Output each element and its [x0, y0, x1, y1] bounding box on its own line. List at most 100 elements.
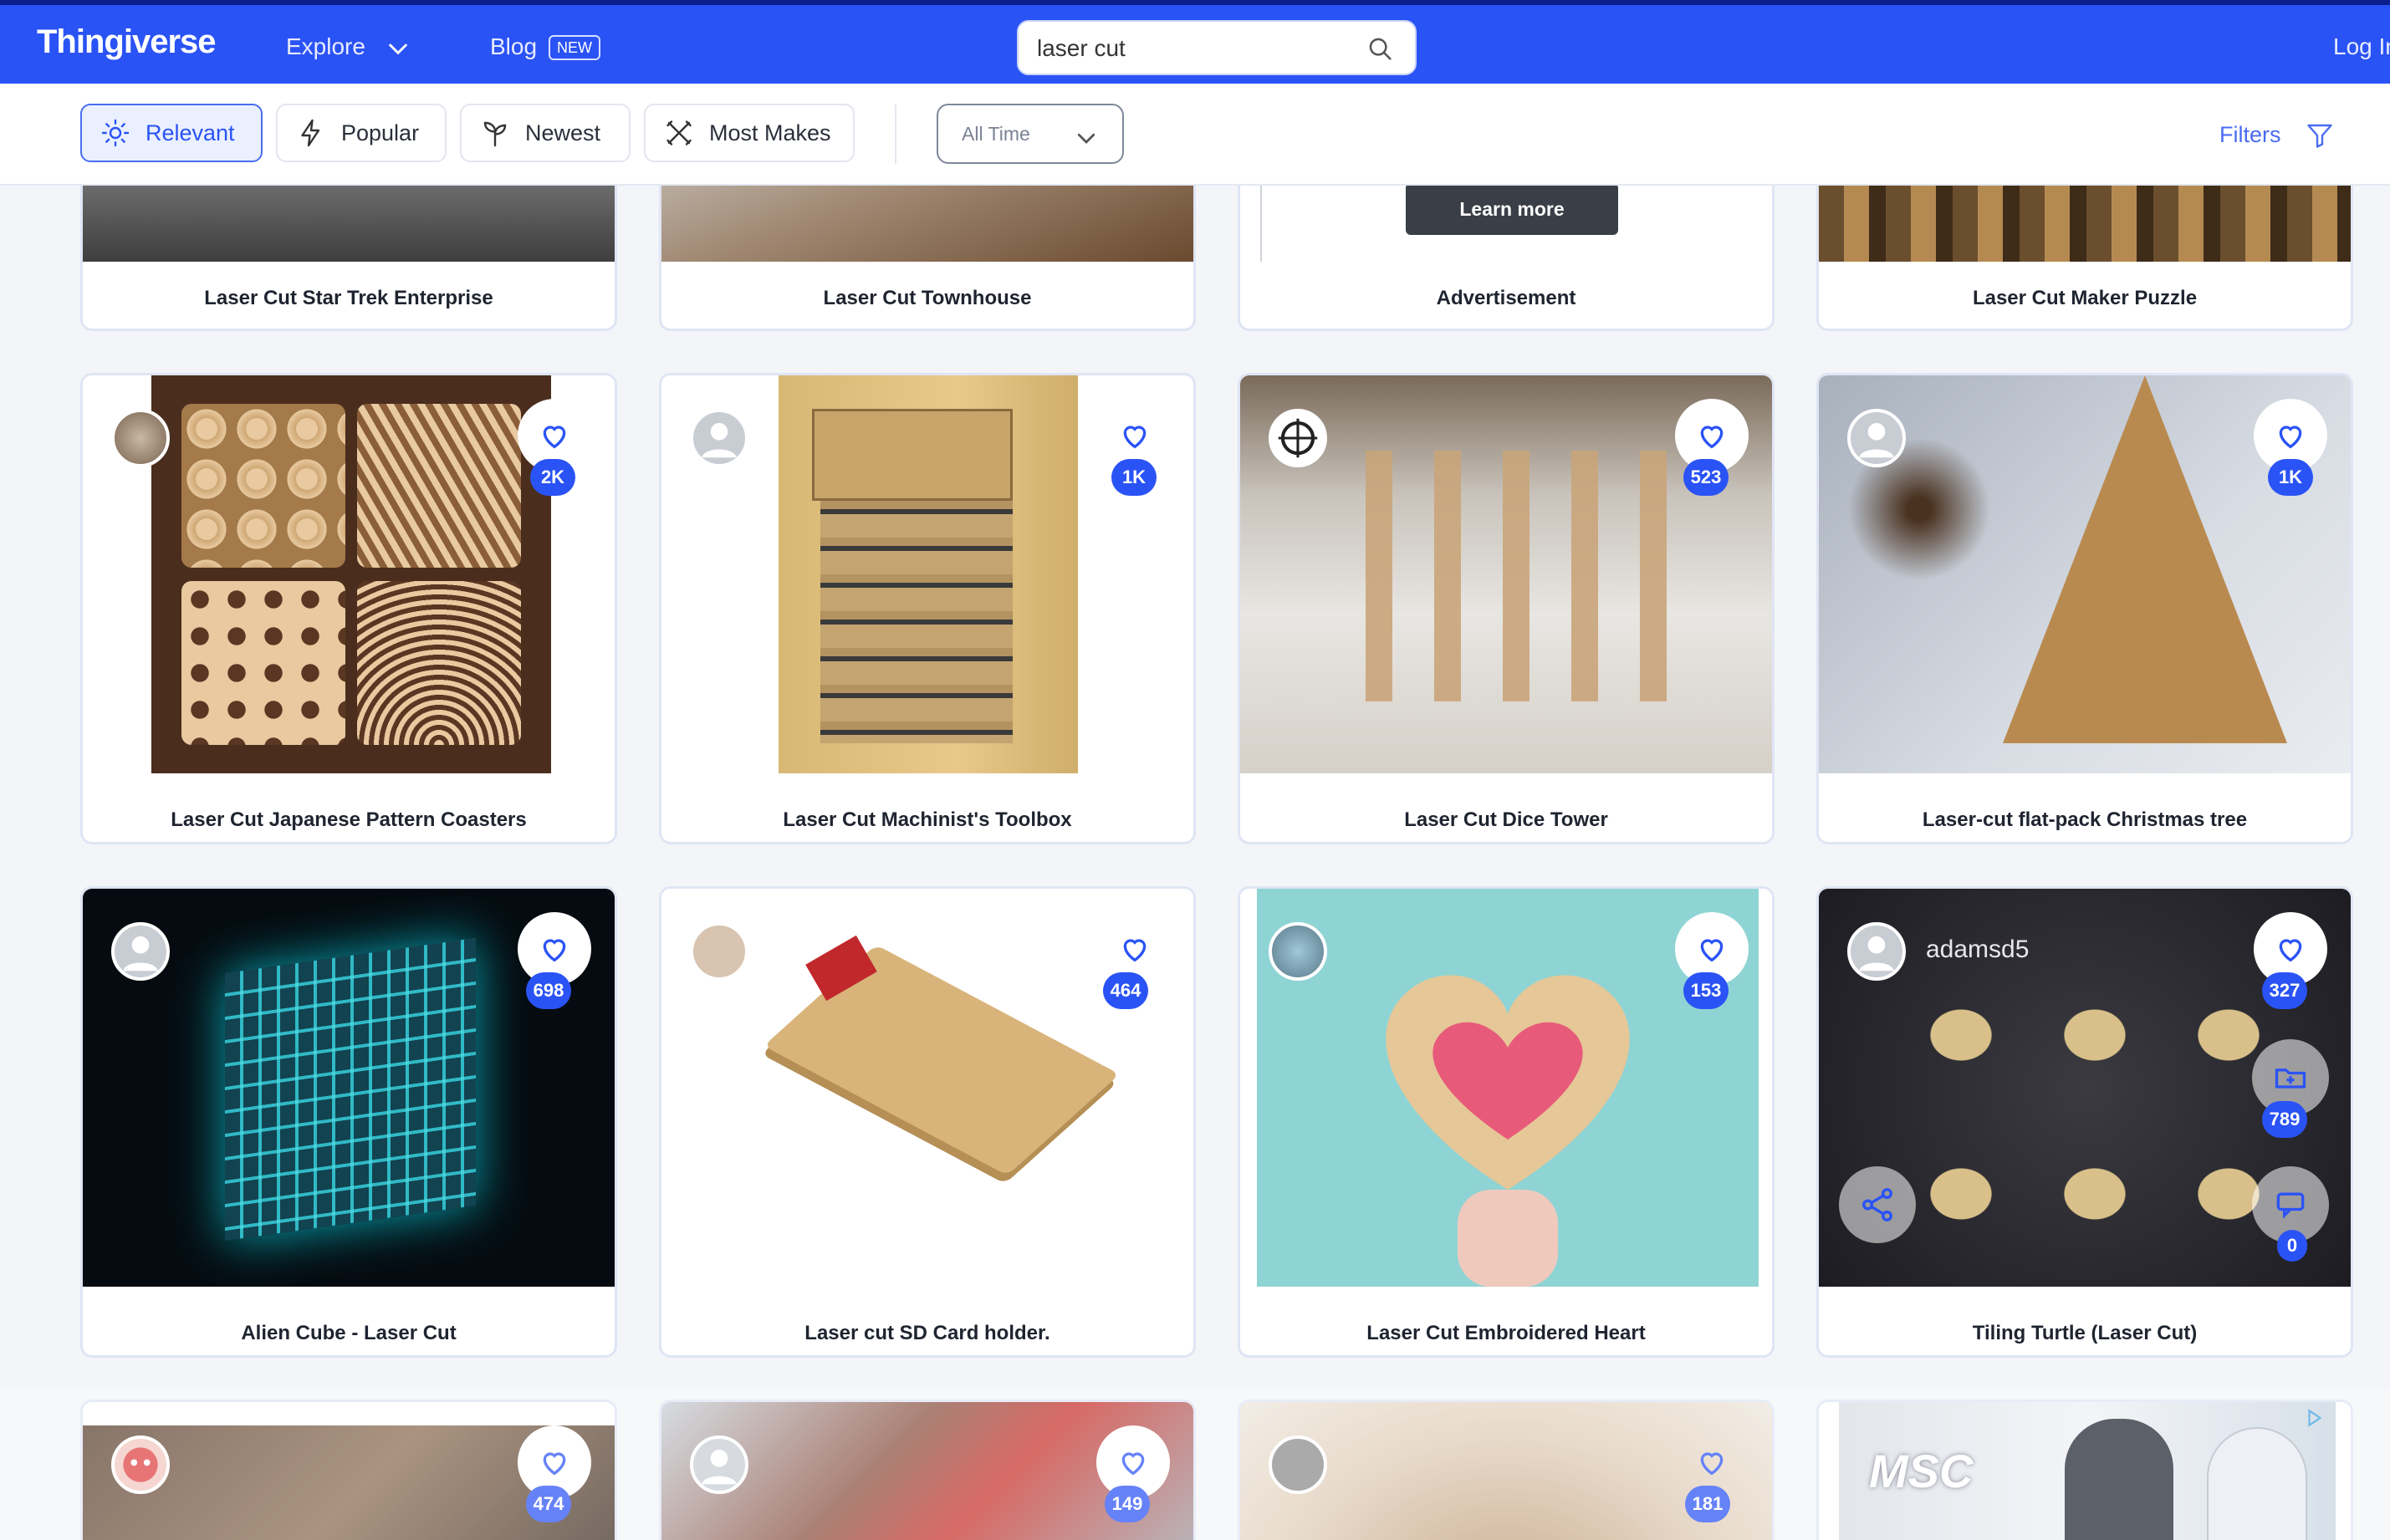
heart-icon [1700, 426, 1724, 449]
search-icon[interactable] [1366, 35, 1395, 64]
sort-relevant-button[interactable]: Relevant [80, 104, 263, 162]
heart-icon [1700, 939, 1724, 962]
like-count: 181 [1685, 1486, 1730, 1522]
thing-card[interactable]: 2K Laser Cut Japanese Pattern Coasters [80, 373, 617, 844]
sort-filter-bar: Relevant Popular Newest Most Makes All T… [0, 84, 2390, 186]
sort-popular-button[interactable]: Popular [276, 104, 447, 162]
avatar[interactable] [1269, 1435, 1327, 1494]
ad-image[interactable]: MSC [1839, 1402, 2336, 1540]
learn-more-button[interactable]: Learn more [1406, 183, 1618, 235]
chevron-down-icon [1077, 133, 1095, 144]
compass-icon [1278, 418, 1318, 458]
thing-title[interactable]: Laser Cut Townhouse [661, 287, 1193, 310]
thing-title[interactable]: Tiling Turtle (Laser Cut) [1819, 1322, 2351, 1345]
time-range-value: All Time [962, 123, 1030, 145]
avatar[interactable] [1847, 409, 1906, 467]
like-count: 523 [1683, 459, 1729, 496]
comments-icon [2276, 1192, 2305, 1219]
toolbox-lid [812, 409, 1013, 501]
thing-card[interactable]: 698 Alien Cube - Laser Cut [80, 886, 617, 1358]
avatar[interactable] [690, 1435, 748, 1494]
avatar[interactable] [690, 922, 748, 981]
thing-title[interactable]: Laser-cut flat-pack Christmas tree [1819, 808, 2351, 832]
thing-title[interactable]: Laser Cut Star Trek Enterprise [83, 287, 615, 310]
author-name[interactable]: adamsd5 [1926, 936, 2029, 964]
user-icon [1859, 422, 1894, 458]
heart-icon [1121, 1452, 1145, 1476]
user-icon [1859, 936, 1894, 971]
folder-add-icon [2275, 1068, 2306, 1089]
search-input[interactable] [1037, 33, 1355, 64]
coaster [181, 581, 345, 745]
thing-image[interactable] [779, 375, 1078, 773]
avatar[interactable] [690, 409, 748, 467]
thing-image[interactable] [151, 375, 551, 773]
funnel-icon[interactable] [2305, 120, 2335, 150]
avatar[interactable] [111, 922, 170, 981]
heart-icon [2279, 426, 2302, 449]
share-button[interactable] [1839, 1166, 1916, 1243]
avatar[interactable] [1847, 922, 1906, 981]
heart-icon [543, 939, 566, 962]
avatar[interactable] [1269, 409, 1327, 467]
like-count: 2K [530, 459, 575, 496]
like-count: 153 [1683, 972, 1729, 1009]
filters-button[interactable]: Filters [2219, 122, 2281, 148]
thing-card[interactable]: 1K Laser-cut flat-pack Christmas tree [1816, 373, 2353, 844]
login-link[interactable]: Log In [2333, 33, 2390, 60]
thing-card[interactable]: adamsd5 327 789 0 Tiling Turtle (Laser C… [1816, 886, 2353, 1358]
avatar[interactable] [111, 409, 170, 467]
avatar[interactable] [111, 1435, 170, 1494]
sort-newest-button[interactable]: Newest [460, 104, 631, 162]
sort-popular-label: Popular [341, 120, 420, 145]
coaster [181, 404, 345, 568]
heart-icon [1123, 939, 1146, 962]
like-count: 1K [2268, 459, 2313, 496]
sort-relevant-label: Relevant [146, 120, 235, 145]
thing-card[interactable]: 474 [80, 1400, 617, 1540]
thing-title[interactable]: Laser Cut Dice Tower [1240, 808, 1772, 832]
thing-title[interactable]: Laser Cut Machinist's Toolbox [661, 808, 1193, 832]
thing-card[interactable]: 153 Laser Cut Embroidered Heart [1238, 886, 1775, 1358]
thing-card[interactable]: 464 Laser cut SD Card holder. [659, 886, 1196, 1358]
dice-towers [1341, 451, 1675, 701]
sort-most-makes-button[interactable]: Most Makes [644, 104, 855, 162]
share-icon [1861, 1188, 1893, 1221]
search-box[interactable] [1017, 20, 1417, 75]
toolbar-divider [895, 104, 896, 164]
thing-title[interactable]: Laser Cut Maker Puzzle [1819, 287, 2351, 310]
avatar[interactable] [1269, 922, 1327, 981]
advertisement-card[interactable]: MSC [1816, 1400, 2353, 1540]
ad-person [2065, 1419, 2173, 1540]
thing-card[interactable]: 523 Laser Cut Dice Tower [1238, 373, 1775, 844]
turtle-pieces [1894, 956, 2296, 1265]
advertisement-label: Advertisement [1436, 287, 1576, 309]
thing-card[interactable]: 181 [1238, 1400, 1775, 1540]
thing-card[interactable]: 149 [659, 1400, 1196, 1540]
top-navigation-bar: Thingiverse Explore Blog NEW Log In [0, 0, 2390, 84]
tools-icon [666, 120, 692, 145]
toolbox-drawers [820, 501, 1013, 743]
sun-icon [101, 119, 130, 147]
thing-title[interactable]: Laser Cut Japanese Pattern Coasters [83, 808, 615, 832]
chevron-down-icon[interactable] [385, 35, 411, 62]
thing-title[interactable]: Alien Cube - Laser Cut [83, 1322, 615, 1345]
mascot-icon [123, 1447, 158, 1482]
thing-title[interactable]: Laser Cut Embroidered Heart [1240, 1322, 1772, 1345]
explore-menu[interactable]: Explore [286, 33, 365, 60]
sprout-icon [483, 121, 507, 147]
ad-choices-icon[interactable] [2304, 1407, 2326, 1429]
time-range-select[interactable]: All Time [937, 104, 1124, 164]
like-count: 464 [1103, 972, 1148, 1009]
heart-icon [1123, 426, 1146, 449]
thing-card[interactable]: 1K Laser Cut Machinist's Toolbox [659, 373, 1196, 844]
thingiverse-logo[interactable]: Thingiverse [37, 23, 217, 61]
blog-link[interactable]: Blog [490, 33, 537, 60]
lightning-icon [301, 119, 320, 147]
thing-title[interactable]: Laser cut SD Card holder. [661, 1322, 1193, 1345]
like-count: 474 [526, 1486, 571, 1522]
like-count: 327 [2262, 972, 2307, 1009]
coaster [357, 581, 521, 745]
comment-count: 0 [2277, 1230, 2307, 1262]
heart-icon [543, 1452, 566, 1476]
